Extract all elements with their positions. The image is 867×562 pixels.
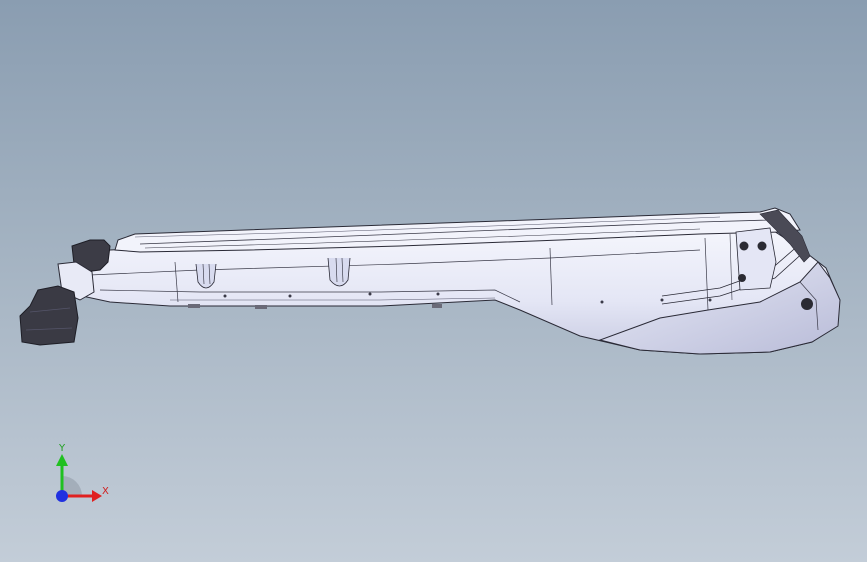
z-axis-dot	[56, 490, 68, 502]
cad-model-part[interactable]	[0, 0, 867, 562]
x-axis-label: X	[102, 486, 109, 497]
y-axis-label: Y	[59, 443, 66, 454]
x-axis-arrowhead	[92, 490, 102, 502]
axis-triad	[56, 454, 102, 502]
y-axis-arrowhead	[56, 454, 68, 466]
graphics-viewport[interactable]: Y X	[0, 0, 867, 562]
rib-pocket-2	[327, 257, 351, 287]
